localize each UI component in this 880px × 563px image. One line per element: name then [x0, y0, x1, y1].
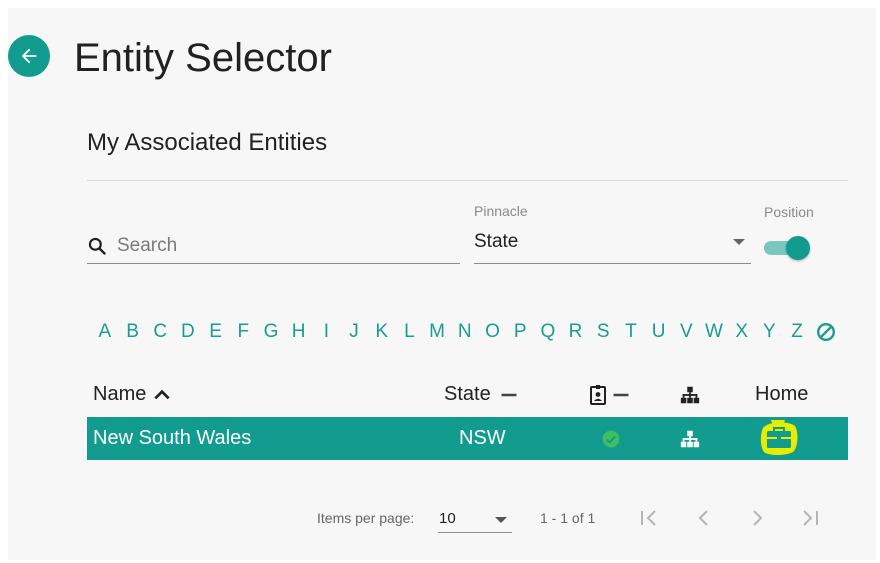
status-cell: [601, 417, 621, 460]
state-column-header[interactable]: State: [444, 372, 519, 417]
letter-filter-j[interactable]: J: [340, 321, 368, 343]
letter-filter-n[interactable]: N: [451, 321, 479, 343]
letter-filter-h[interactable]: H: [285, 321, 313, 343]
entities-table: Name State Home New South Wales NSW: [87, 372, 848, 460]
minus-icon: [501, 393, 517, 396]
hierarchy-icon: [680, 386, 700, 403]
sort-ascending-icon: [154, 389, 170, 399]
hierarchy-icon[interactable]: [679, 428, 701, 450]
arrow-left-icon: [21, 48, 37, 64]
letter-filter-p[interactable]: P: [506, 321, 534, 343]
letter-filter-o[interactable]: O: [479, 321, 507, 343]
pinnacle-select-value: State: [474, 231, 519, 252]
page-size-select[interactable]: 10: [438, 506, 512, 533]
section-title: My Associated Entities: [87, 129, 328, 156]
entity-selector-card: [8, 8, 876, 560]
state-header-label: State: [444, 383, 491, 405]
page-size-value: 10: [439, 510, 456, 527]
back-button[interactable]: [8, 35, 50, 77]
briefcase-icon[interactable]: [757, 418, 799, 458]
letter-filter-g[interactable]: G: [257, 321, 285, 343]
letter-filter-l[interactable]: L: [396, 321, 424, 343]
first-page-icon[interactable]: [637, 506, 661, 530]
search-field[interactable]: [87, 228, 460, 264]
letter-filter-m[interactable]: M: [423, 321, 451, 343]
last-page-icon[interactable]: [798, 506, 822, 530]
entity-state-cell: NSW: [459, 427, 506, 449]
entity-name-cell: New South Wales: [93, 427, 252, 449]
alphabet-filter: A B C D E F G H I J K L M N O P Q R S T …: [91, 318, 837, 346]
search-input[interactable]: [117, 234, 437, 257]
name-column-header[interactable]: Name: [93, 372, 172, 417]
letter-filter-q[interactable]: Q: [534, 321, 562, 343]
hierarchy-column-header[interactable]: [679, 372, 701, 417]
clear-filter-icon[interactable]: [815, 321, 837, 343]
letter-filter-v[interactable]: V: [672, 321, 700, 343]
check-circle-icon: [602, 430, 620, 447]
contact-badge-icon: [590, 384, 606, 405]
page-range-label: 1 - 1 of 1: [540, 510, 596, 526]
letter-filter-u[interactable]: U: [645, 321, 673, 343]
letter-filter-d[interactable]: D: [174, 321, 202, 343]
position-toggle[interactable]: [764, 236, 812, 260]
hierarchy-cell[interactable]: [679, 417, 701, 460]
letter-filter-s[interactable]: S: [589, 321, 617, 343]
badge-column-header[interactable]: [589, 372, 631, 417]
letter-filter-k[interactable]: K: [368, 321, 396, 343]
letter-filter-r[interactable]: R: [562, 321, 590, 343]
position-toggle-label: Position: [764, 204, 814, 220]
home-cell[interactable]: [757, 417, 799, 460]
table-row[interactable]: New South Wales NSW: [87, 417, 848, 460]
letter-filter-a[interactable]: A: [91, 321, 119, 343]
items-per-page-label: Items per page:: [317, 510, 415, 526]
table-header-row: Name State Home: [87, 372, 848, 417]
minus-icon: [613, 393, 629, 396]
next-page-icon[interactable]: [745, 506, 769, 530]
letter-filter-t[interactable]: T: [617, 321, 645, 343]
letter-filter-w[interactable]: W: [700, 321, 728, 343]
dropdown-arrow-icon: [495, 517, 507, 523]
previous-page-icon[interactable]: [692, 506, 716, 530]
dropdown-arrow-icon: [733, 239, 745, 245]
paginator: Items per page: 10 1 - 1 of 1: [0, 500, 880, 540]
page-title: Entity Selector: [74, 36, 332, 80]
search-icon: [88, 237, 106, 255]
section-divider: [87, 180, 848, 181]
letter-filter-y[interactable]: Y: [756, 321, 784, 343]
toggle-thumb: [786, 236, 810, 260]
home-column-header[interactable]: Home: [755, 372, 808, 417]
letter-filter-f[interactable]: F: [229, 321, 257, 343]
name-header-label: Name: [93, 383, 147, 405]
letter-filter-b[interactable]: B: [119, 321, 147, 343]
letter-filter-i[interactable]: I: [313, 321, 341, 343]
letter-filter-x[interactable]: X: [728, 321, 756, 343]
letter-filter-e[interactable]: E: [202, 321, 230, 343]
pinnacle-select[interactable]: State: [474, 226, 751, 264]
letter-filter-c[interactable]: C: [146, 321, 174, 343]
letter-filter-z[interactable]: Z: [783, 321, 811, 343]
pinnacle-label: Pinnacle: [474, 203, 528, 219]
